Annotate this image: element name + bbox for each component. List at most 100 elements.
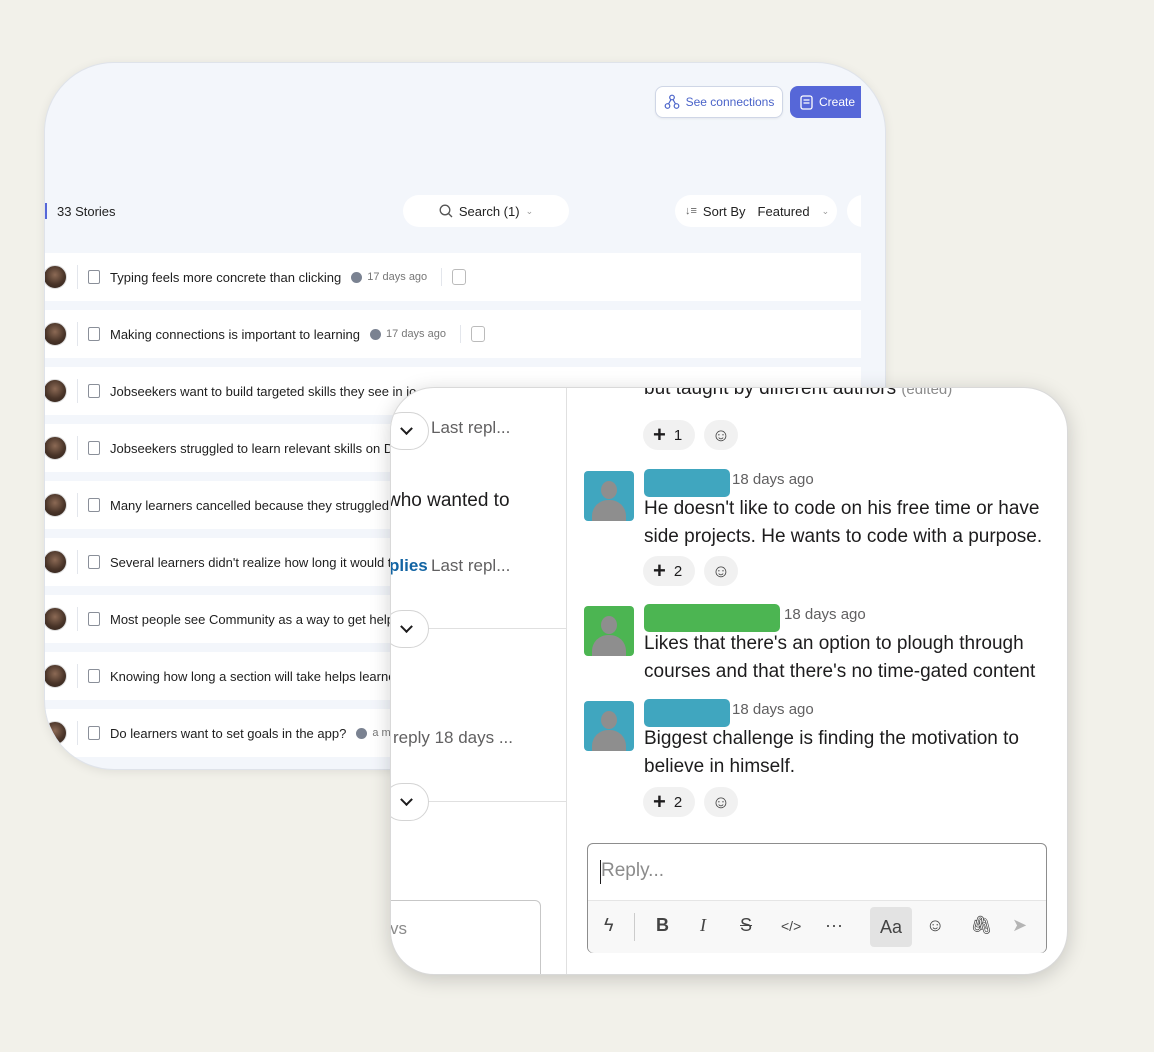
replies-link[interactable]: plies bbox=[391, 556, 428, 576]
avatar bbox=[45, 721, 67, 745]
document-icon bbox=[88, 270, 100, 284]
avatar bbox=[45, 550, 67, 574]
expand-thread-button[interactable] bbox=[391, 783, 429, 821]
avatar bbox=[45, 664, 67, 688]
story-row[interactable]: Typing feels more concrete than clicking… bbox=[45, 253, 861, 301]
clock-icon bbox=[370, 328, 382, 340]
add-reaction-button[interactable]: ☺ bbox=[704, 420, 738, 450]
message-time[interactable]: 18 days ago bbox=[732, 701, 814, 718]
author-name-redacted[interactable] bbox=[644, 604, 780, 632]
create-button[interactable]: Create bbox=[790, 86, 861, 118]
avatar[interactable] bbox=[584, 701, 634, 751]
message-text: He doesn't like to code on his free time… bbox=[644, 498, 1043, 547]
document-icon bbox=[88, 555, 100, 569]
story-age-text: 17 days ago bbox=[367, 271, 428, 283]
reaction-plus[interactable]: +2 bbox=[643, 556, 695, 586]
avatar bbox=[45, 436, 67, 460]
author-name-redacted[interactable] bbox=[644, 699, 730, 727]
italic-icon[interactable]: I bbox=[700, 915, 706, 936]
expand-thread-button[interactable] bbox=[391, 610, 429, 648]
story-age-text: 17 days ago bbox=[386, 328, 446, 340]
story-title: Several learners didn't realize how long… bbox=[110, 554, 392, 570]
divider bbox=[77, 379, 78, 403]
reaction-count: 2 bbox=[673, 793, 683, 811]
send-icon[interactable]: ➤ bbox=[1012, 915, 1027, 936]
reaction-count: 1 bbox=[673, 426, 683, 444]
edited-label: (edited) bbox=[901, 387, 953, 398]
filter-button[interactable] bbox=[847, 195, 861, 227]
avatar-body bbox=[592, 500, 626, 521]
clipped-message-text: but taught by different authors (edited) bbox=[644, 387, 953, 400]
add-emoji-icon: ☺ bbox=[711, 560, 731, 581]
story-age: 17 days ago bbox=[370, 328, 446, 340]
add-reaction-button[interactable]: ☺ bbox=[704, 556, 738, 586]
code-icon[interactable]: </> bbox=[781, 918, 801, 934]
story-title: Do learners want to set goals in the app… bbox=[110, 725, 347, 741]
thread-window: Last repl... who wanted to plies Last re… bbox=[390, 387, 1068, 975]
format-label: Aa bbox=[879, 916, 903, 937]
avatar-head bbox=[601, 481, 617, 499]
expand-thread-button[interactable] bbox=[391, 412, 429, 450]
attachment-icon[interactable]: 🖇 bbox=[970, 915, 993, 936]
emoji-icon[interactable]: ☺ bbox=[926, 915, 944, 936]
reply-placeholder: Reply... bbox=[601, 860, 665, 881]
avatar-body bbox=[592, 635, 626, 656]
story-title: Many learners cancelled because they str… bbox=[110, 497, 397, 513]
document-icon bbox=[88, 498, 100, 512]
chevron-down-icon bbox=[399, 792, 413, 806]
divider bbox=[77, 265, 78, 289]
document-icon bbox=[88, 384, 100, 398]
message-time[interactable]: 18 days ago bbox=[784, 606, 866, 623]
stories-count: 33 Stories bbox=[45, 203, 116, 219]
message-time[interactable]: 18 days ago bbox=[732, 471, 814, 488]
more-formatting-icon[interactable]: ··· bbox=[825, 915, 843, 936]
see-connections-button[interactable]: See connections bbox=[655, 86, 783, 118]
divider bbox=[77, 322, 78, 346]
bold-icon[interactable]: B bbox=[656, 915, 669, 936]
divider bbox=[77, 664, 78, 688]
author-name-redacted[interactable] bbox=[644, 469, 730, 497]
add-emoji-icon: ☺ bbox=[711, 791, 731, 812]
plus-icon: + bbox=[653, 789, 666, 814]
document-icon bbox=[88, 327, 100, 341]
divider bbox=[77, 436, 78, 460]
chevron-down-icon: ⌄ bbox=[821, 205, 830, 216]
thread-input-text: vs bbox=[391, 919, 407, 938]
count-accent-bar bbox=[45, 203, 47, 219]
reaction-count: 2 bbox=[673, 562, 683, 580]
reaction-plus[interactable]: +1 bbox=[643, 420, 695, 450]
search-label: Search (1) bbox=[458, 203, 520, 219]
formatting-toggle-button[interactable]: Aa bbox=[870, 907, 912, 947]
story-row[interactable]: Making connections is important to learn… bbox=[45, 310, 861, 358]
message-text: Likes that there's an option to plough t… bbox=[644, 633, 1036, 682]
shortcuts-icon[interactable]: ϟ bbox=[604, 915, 614, 936]
lock-icon[interactable] bbox=[452, 269, 467, 285]
story-title: Making connections is important to learn… bbox=[110, 326, 361, 342]
add-reaction-button[interactable]: ☺ bbox=[704, 787, 738, 817]
avatar bbox=[45, 493, 67, 517]
sort-dropdown[interactable]: ↓≡ Sort By Featured ⌄ bbox=[675, 195, 837, 227]
divider bbox=[634, 913, 635, 941]
divider bbox=[77, 721, 78, 745]
avatar bbox=[45, 322, 67, 346]
avatar[interactable] bbox=[584, 471, 634, 521]
avatar bbox=[45, 265, 67, 289]
story-title: Jobseekers struggled to learn relevant s… bbox=[110, 440, 394, 456]
lock-icon[interactable] bbox=[470, 326, 485, 342]
avatar-head bbox=[601, 711, 617, 729]
document-icon bbox=[800, 94, 813, 110]
thread-snippet: who wanted to bbox=[391, 490, 510, 511]
sort-icon: ↓≡ bbox=[685, 205, 697, 217]
divider bbox=[77, 493, 78, 517]
thread-input[interactable]: vs bbox=[391, 900, 541, 974]
clipped-message-body: but taught by different authors bbox=[644, 387, 897, 399]
search-button[interactable]: Search (1) ⌄ bbox=[403, 195, 569, 227]
story-title: Jobseekers want to build targeted skills… bbox=[110, 383, 417, 399]
reaction-plus[interactable]: +2 bbox=[643, 787, 695, 817]
connections-icon bbox=[664, 94, 680, 109]
avatar[interactable] bbox=[584, 606, 634, 656]
strikethrough-icon[interactable]: S bbox=[740, 915, 752, 936]
divider bbox=[77, 607, 78, 631]
reply-composer[interactable]: Reply... ϟ B I S </> ··· Aa ☺ 🖇 ➤ bbox=[587, 843, 1047, 953]
story-age: 17 days ago bbox=[351, 271, 427, 283]
